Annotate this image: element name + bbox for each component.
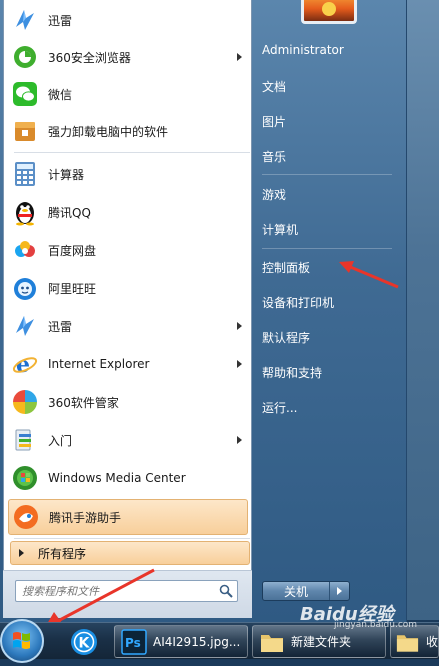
start-menu: 迅雷 360安全浏览器 微信 强力卸载电脑中的软件 计算器 腾讯QQ 百度网盘 … xyxy=(0,0,407,622)
internet-explorer-icon: e xyxy=(10,349,40,379)
program-item-uninstaller[interactable]: 强力卸载电脑中的软件 xyxy=(8,113,248,149)
program-item-media-center[interactable]: Windows Media Center xyxy=(8,460,248,496)
taskbar-window-title: 收 xyxy=(425,635,438,649)
program-label: 入门 xyxy=(48,433,73,448)
pictures-link[interactable]: 图片 xyxy=(262,107,286,135)
chevron-right-icon xyxy=(19,549,24,557)
program-item-xunlei-2[interactable]: 迅雷 xyxy=(8,308,248,344)
submenu-arrow-icon[interactable] xyxy=(237,322,242,330)
tencent-game-assistant-icon xyxy=(11,502,41,532)
calculator-icon xyxy=(10,159,40,189)
uninstall-icon xyxy=(10,116,40,146)
program-label: 腾讯手游助手 xyxy=(49,510,122,525)
program-label: Internet Explorer xyxy=(48,357,150,371)
360-browser-icon xyxy=(10,42,40,72)
program-label: 360软件管家 xyxy=(48,395,119,410)
programs-pane: 迅雷 360安全浏览器 微信 强力卸载电脑中的软件 计算器 腾讯QQ 百度网盘 … xyxy=(3,0,252,618)
program-label: 百度网盘 xyxy=(48,243,97,258)
right-separator xyxy=(262,174,392,175)
shutdown-options-button[interactable] xyxy=(330,582,349,600)
program-label: Windows Media Center xyxy=(48,471,186,485)
program-item-calculator[interactable]: 计算器 xyxy=(8,156,248,192)
program-label: 迅雷 xyxy=(48,13,73,28)
start-button[interactable] xyxy=(0,619,44,663)
program-label: 计算器 xyxy=(48,167,85,182)
program-item-baidu-netdisk[interactable]: 百度网盘 xyxy=(8,232,248,268)
submenu-arrow-icon[interactable] xyxy=(237,53,242,61)
shutdown-control: 关机 xyxy=(262,581,350,601)
computer-link[interactable]: 计算机 xyxy=(262,215,298,243)
program-label: 微信 xyxy=(48,87,73,102)
flower-icon xyxy=(322,2,336,16)
desktop-background xyxy=(407,0,439,620)
program-item-internet-explorer[interactable]: e Internet Explorer xyxy=(8,346,248,382)
shutdown-button[interactable]: 关机 xyxy=(263,582,330,600)
folder-icon xyxy=(261,634,283,652)
program-item-360-browser[interactable]: 360安全浏览器 xyxy=(8,39,248,75)
xunlei-icon xyxy=(10,311,40,341)
documents-link[interactable]: 文档 xyxy=(262,72,286,100)
search-area xyxy=(3,570,252,618)
svg-text:K: K xyxy=(79,635,91,651)
default-programs-link[interactable]: 默认程序 xyxy=(262,323,310,351)
help-support-link[interactable]: 帮助和支持 xyxy=(262,358,322,386)
pinned-separator xyxy=(14,152,250,153)
user-avatar[interactable] xyxy=(301,0,357,24)
program-item-qq[interactable]: 腾讯QQ xyxy=(8,194,248,230)
wechat-icon xyxy=(10,79,40,109)
run-link[interactable]: 运行... xyxy=(262,393,297,421)
games-link[interactable]: 游戏 xyxy=(262,180,286,208)
program-label: 强力卸载电脑中的软件 xyxy=(48,124,169,139)
all-programs-separator xyxy=(14,538,250,539)
kugou-icon: K xyxy=(71,628,97,655)
aliwangwang-icon xyxy=(10,273,40,303)
user-name-link[interactable]: Administrator xyxy=(262,36,344,64)
qq-penguin-icon xyxy=(10,197,40,227)
program-item-getting-started[interactable]: 入门 xyxy=(8,422,248,458)
baidu-watermark-url: jingyan.baidu.com xyxy=(334,620,418,630)
windows-logo-icon xyxy=(13,632,30,649)
taskbar-window-title: 新建文件夹 xyxy=(291,635,352,649)
program-label: 迅雷 xyxy=(48,319,73,334)
media-center-icon xyxy=(10,463,40,493)
xunlei-icon xyxy=(10,5,40,35)
right-separator xyxy=(262,248,392,249)
photoshop-icon: Ps xyxy=(121,628,147,655)
folder-icon xyxy=(396,634,419,652)
program-label: 阿里旺旺 xyxy=(48,281,97,296)
chevron-right-icon xyxy=(337,587,342,595)
program-label: 腾讯QQ xyxy=(48,205,91,220)
all-programs-label: 所有程序 xyxy=(38,546,87,561)
search-icon[interactable] xyxy=(219,584,233,601)
all-programs-button[interactable]: 所有程序 xyxy=(10,541,250,565)
music-link[interactable]: 音乐 xyxy=(262,142,286,170)
taskbar-window-photoshop[interactable]: Ps AI4I2915.jpg... xyxy=(114,625,248,658)
search-input[interactable] xyxy=(22,582,212,600)
360-software-icon xyxy=(10,387,40,417)
devices-printers-link[interactable]: 设备和打印机 xyxy=(262,288,334,316)
baidu-netdisk-icon xyxy=(10,235,40,265)
program-label: 360安全浏览器 xyxy=(48,50,131,65)
program-item-wechat[interactable]: 微信 xyxy=(8,76,248,112)
program-item-aliwangwang[interactable]: 阿里旺旺 xyxy=(8,270,248,306)
program-item-tencent-game-assistant[interactable]: 腾讯手游助手 xyxy=(8,499,248,535)
search-field[interactable] xyxy=(15,580,238,602)
taskbar-app-kugou[interactable]: K xyxy=(62,625,106,658)
program-item-xunlei[interactable]: 迅雷 xyxy=(8,2,248,38)
submenu-arrow-icon[interactable] xyxy=(237,360,242,368)
svg-text:Ps: Ps xyxy=(125,636,141,650)
control-panel-link[interactable]: 控制面板 xyxy=(262,253,310,281)
program-item-360-software[interactable]: 360软件管家 xyxy=(8,384,248,420)
getting-started-icon xyxy=(10,425,40,455)
submenu-arrow-icon[interactable] xyxy=(237,436,242,444)
taskbar-window-title: AI4I2915.jpg... xyxy=(153,634,241,649)
